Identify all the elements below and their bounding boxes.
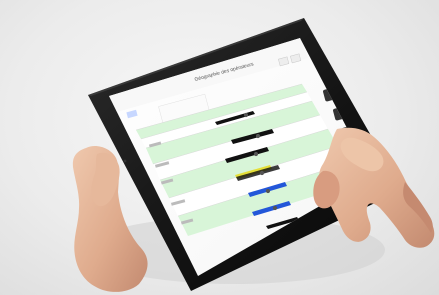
photo-scene: Géographie des opérateurs xyxy=(0,0,439,295)
marker-3 xyxy=(253,151,259,157)
marker-6 xyxy=(272,205,278,211)
marker-1 xyxy=(243,112,249,118)
marker-5 xyxy=(265,188,271,194)
tablet-photo: Géographie des opérateurs xyxy=(72,18,435,292)
marker-4 xyxy=(259,170,265,176)
marker-2 xyxy=(255,133,261,139)
tablet-camera xyxy=(123,159,127,163)
